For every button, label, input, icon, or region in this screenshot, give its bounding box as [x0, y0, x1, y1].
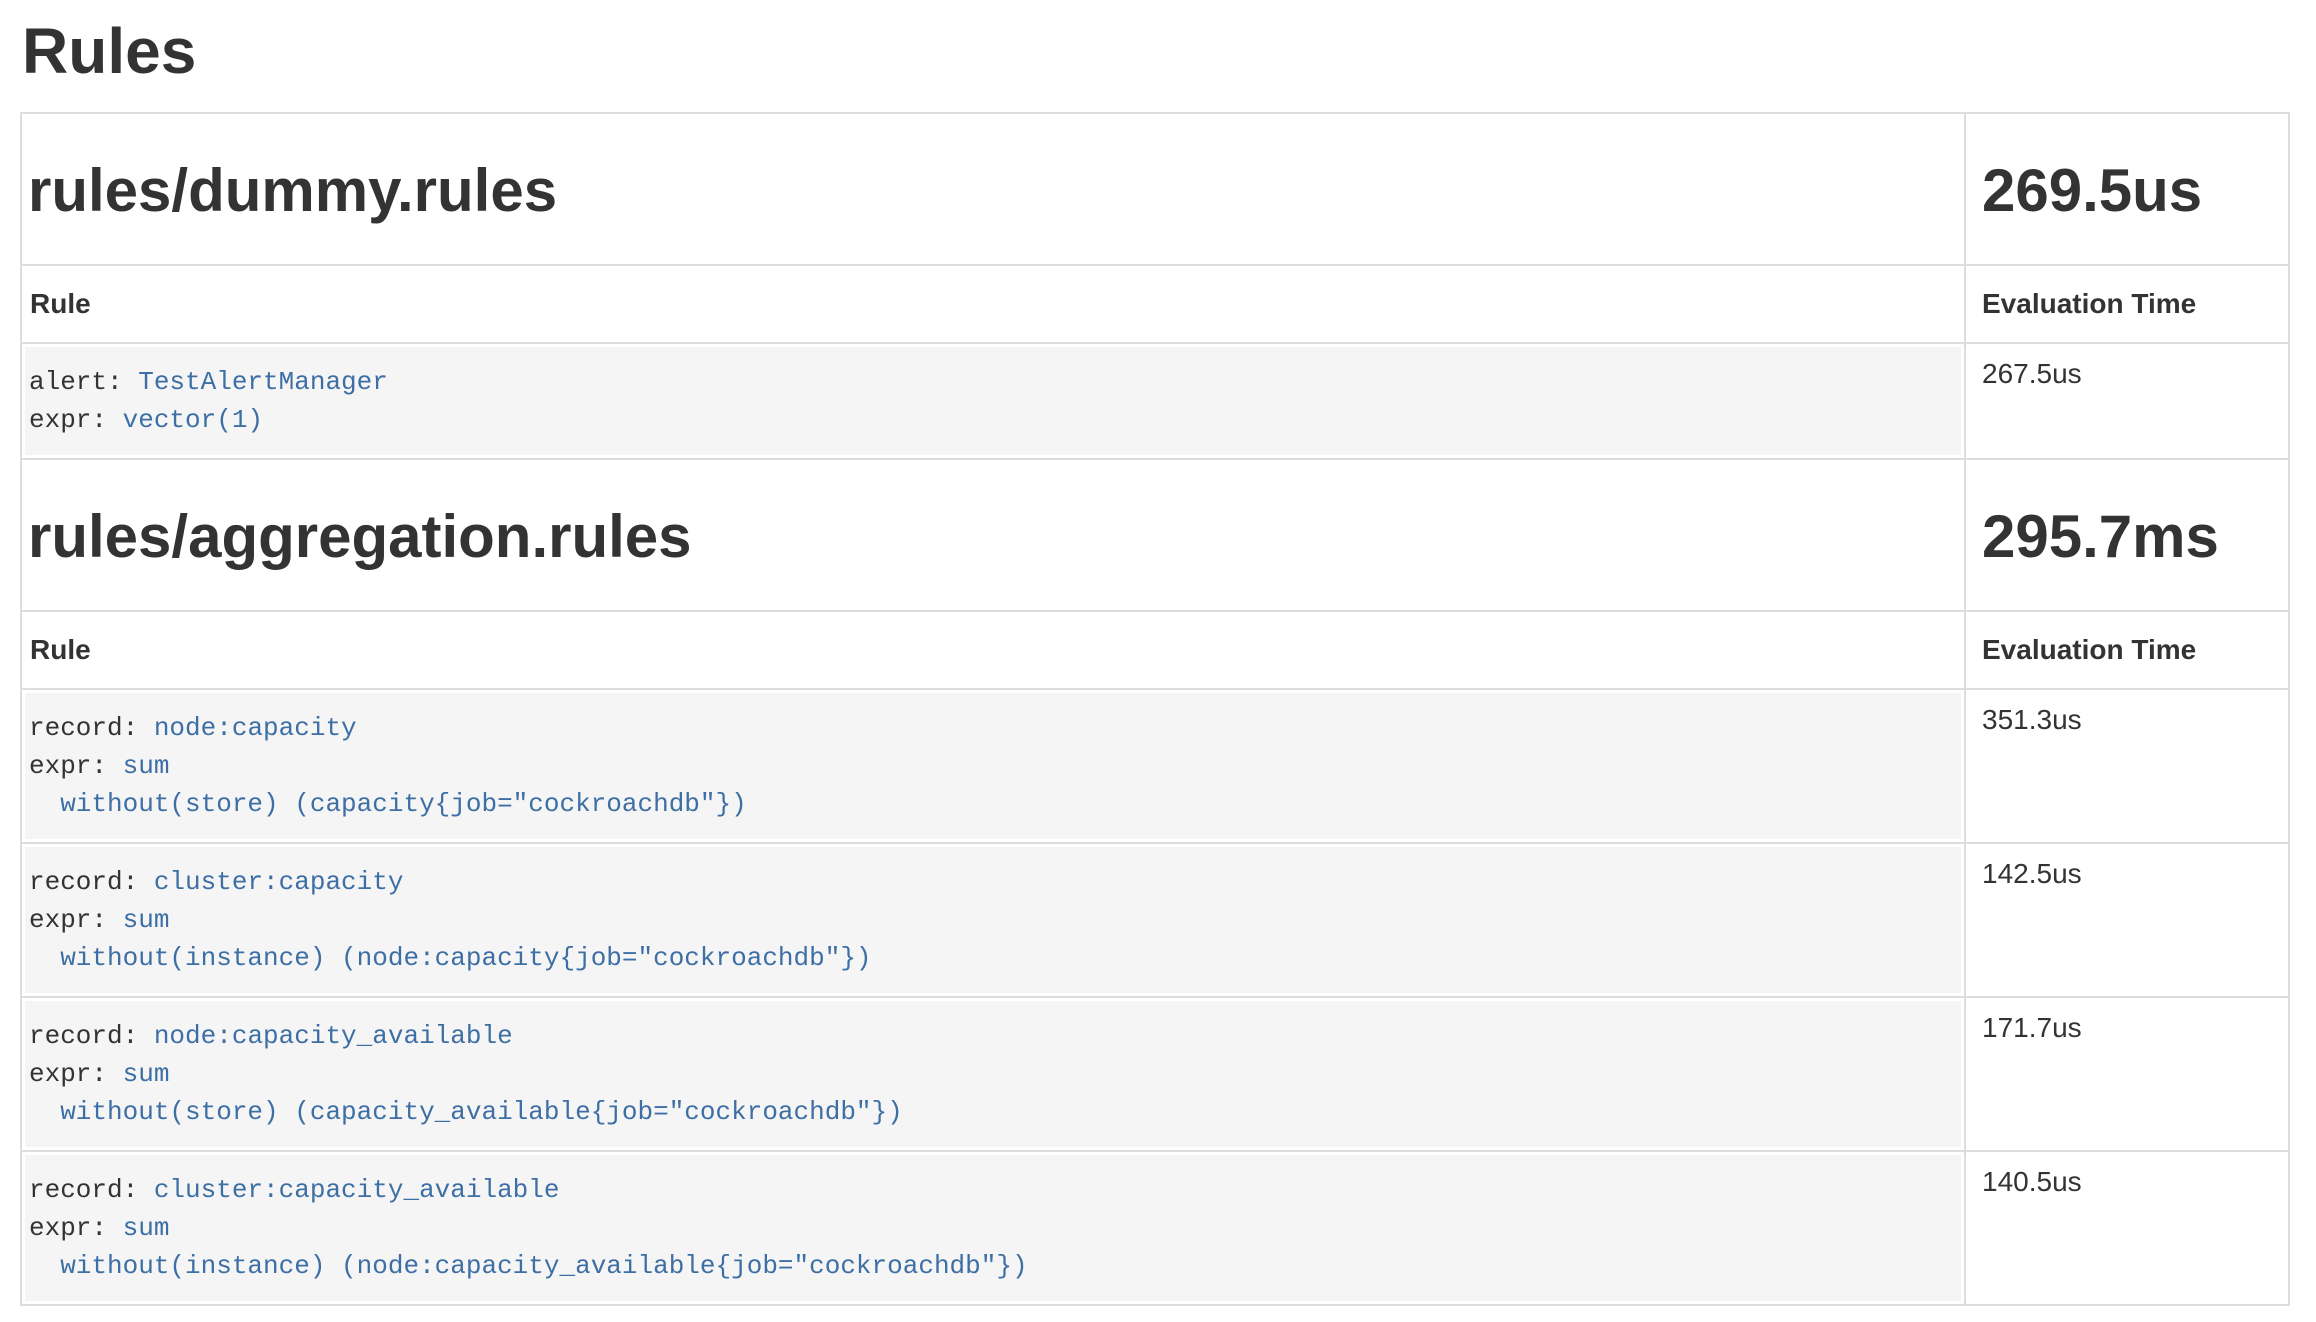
rule-text-segment: record:	[29, 1021, 154, 1051]
rule-cell: record: node:capacity_available expr: su…	[22, 996, 1964, 1150]
rule-cell: alert: TestAlertManager expr: vector(1)	[22, 342, 1964, 458]
rule-group-name: rules/dummy.rules	[28, 158, 1952, 224]
rule-cell: record: cluster:capacity expr: sum witho…	[22, 842, 1964, 996]
page-title: Rules	[22, 16, 2290, 86]
rule-definition: record: cluster:capacity expr: sum witho…	[25, 847, 1961, 993]
rule-text-segment: record:	[29, 867, 154, 897]
rule-eval-time: 351.3us	[1964, 688, 2288, 842]
rule-text-segment: record:	[29, 713, 154, 743]
rule-column-header: Rule	[22, 264, 1964, 342]
rule-group-name-cell: rules/aggregation.rules	[22, 458, 1964, 610]
column-header-row: RuleEvaluation Time	[22, 264, 2288, 342]
rule-link[interactable]: sum without(instance) (node:capacity{job…	[29, 905, 872, 973]
rule-definition: alert: TestAlertManager expr: vector(1)	[25, 347, 1961, 455]
rule-row: alert: TestAlertManager expr: vector(1)2…	[22, 342, 2288, 458]
rule-link[interactable]: node:capacity_available	[154, 1021, 513, 1051]
rule-text-segment: expr:	[29, 405, 123, 435]
rule-text-segment: record:	[29, 1175, 154, 1205]
rule-group-name: rules/aggregation.rules	[28, 504, 1952, 570]
rule-definition: record: node:capacity_available expr: su…	[25, 1001, 1961, 1147]
rule-text-segment: expr:	[29, 905, 123, 935]
rule-group-eval-time: 269.5us	[1982, 158, 2276, 224]
rule-eval-time: 140.5us	[1964, 1150, 2288, 1304]
rule-link[interactable]: node:capacity	[154, 713, 357, 743]
rule-row: record: cluster:capacity_available expr:…	[22, 1150, 2288, 1304]
rules-table-body: rules/dummy.rules269.5usRuleEvaluation T…	[22, 114, 2288, 1304]
rule-row: record: node:capacity_available expr: su…	[22, 996, 2288, 1150]
rule-link[interactable]: cluster:capacity_available	[154, 1175, 560, 1205]
rule-group-row: rules/dummy.rules 269.5us	[22, 114, 2288, 264]
rule-definition: record: node:capacity expr: sum without(…	[25, 693, 1961, 839]
rule-link[interactable]: TestAlertManager	[138, 367, 388, 397]
rule-text-segment: alert:	[29, 367, 138, 397]
rule-cell: record: cluster:capacity_available expr:…	[22, 1150, 1964, 1304]
rule-text-segment: expr:	[29, 1213, 123, 1243]
rule-group-eval-time-cell: 269.5us	[1964, 114, 2288, 264]
rule-definition: record: cluster:capacity_available expr:…	[25, 1155, 1961, 1301]
rule-row: record: cluster:capacity expr: sum witho…	[22, 842, 2288, 996]
column-header-row: RuleEvaluation Time	[22, 610, 2288, 688]
rules-table: rules/dummy.rules269.5usRuleEvaluation T…	[20, 112, 2290, 1306]
rule-link[interactable]: sum without(store) (capacity{job="cockro…	[29, 751, 747, 819]
rules-page: Rules rules/dummy.rules269.5usRuleEvalua…	[0, 0, 2316, 1306]
rule-cell: record: node:capacity expr: sum without(…	[22, 688, 1964, 842]
rule-link[interactable]: sum without(instance) (node:capacity_ava…	[29, 1213, 1028, 1281]
rule-column-header: Rule	[22, 610, 1964, 688]
rule-link[interactable]: cluster:capacity	[154, 867, 404, 897]
rule-link[interactable]: sum without(store) (capacity_available{j…	[29, 1059, 903, 1127]
rule-eval-time: 267.5us	[1964, 342, 2288, 458]
rule-group-name-cell: rules/dummy.rules	[22, 114, 1964, 264]
rule-text-segment: expr:	[29, 1059, 123, 1089]
rule-text-segment: expr:	[29, 751, 123, 781]
rule-group-eval-time: 295.7ms	[1982, 504, 2276, 570]
rule-row: record: node:capacity expr: sum without(…	[22, 688, 2288, 842]
evaluation-time-column-header: Evaluation Time	[1964, 610, 2288, 688]
rule-group-eval-time-cell: 295.7ms	[1964, 458, 2288, 610]
evaluation-time-column-header: Evaluation Time	[1964, 264, 2288, 342]
rule-eval-time: 171.7us	[1964, 996, 2288, 1150]
rule-eval-time: 142.5us	[1964, 842, 2288, 996]
rule-group-row: rules/aggregation.rules 295.7ms	[22, 458, 2288, 610]
rule-link[interactable]: vector(1)	[123, 405, 263, 435]
